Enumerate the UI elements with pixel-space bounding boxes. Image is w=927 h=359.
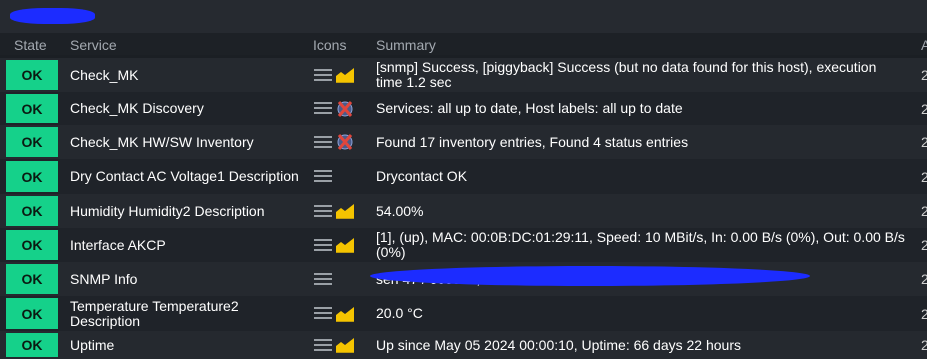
table-row[interactable]: OK Check_MK Discovery Services: all up to … bbox=[0, 92, 927, 125]
service-summary: [1], (up), MAC: 00:0B:DC:01:29:11, Speed… bbox=[376, 229, 905, 260]
column-header-age[interactable]: A bbox=[921, 37, 927, 53]
menu-icon[interactable] bbox=[314, 170, 332, 183]
service-age: 2 bbox=[921, 271, 927, 287]
row-icons bbox=[314, 228, 355, 262]
column-header-icons[interactable]: Icons bbox=[313, 37, 346, 53]
service-summary: Up since May 05 2024 00:00:10, Uptime: 6… bbox=[376, 336, 741, 353]
graph-icon[interactable] bbox=[335, 237, 355, 253]
redacted-hostname bbox=[10, 8, 95, 24]
table-row[interactable]: OK Dry Contact AC Voltage1 Description Dry… bbox=[0, 159, 927, 194]
state-badge: OK bbox=[6, 196, 58, 226]
graph-icon[interactable] bbox=[335, 337, 355, 353]
row-icons bbox=[314, 262, 332, 296]
redacted-snmp-info bbox=[370, 266, 810, 286]
table-row[interactable]: OK Check_MK HW/SW Inventory Found 17 inven… bbox=[0, 125, 927, 159]
menu-icon[interactable] bbox=[314, 135, 332, 149]
table-row[interactable]: OK Interface AKCP [1], (up), MAC: 00:0B:DC… bbox=[0, 228, 927, 262]
row-icons bbox=[314, 58, 355, 92]
state-badge: OK bbox=[6, 264, 58, 294]
service-link[interactable]: Temperature Temperature2 Description bbox=[70, 296, 305, 331]
service-summary: Services: all up to date, Host labels: a… bbox=[376, 100, 683, 116]
state-badge: OK bbox=[6, 230, 58, 260]
row-icons bbox=[314, 159, 332, 194]
graph-icon[interactable] bbox=[335, 203, 355, 219]
service-age: 2 bbox=[921, 305, 927, 322]
graph-icon[interactable] bbox=[335, 306, 355, 322]
host-header-bar bbox=[0, 0, 927, 33]
service-summary: 54.00% bbox=[376, 202, 424, 219]
menu-icon[interactable] bbox=[314, 102, 332, 115]
service-link[interactable]: SNMP Info bbox=[70, 262, 305, 296]
service-link[interactable]: Uptime bbox=[70, 331, 305, 359]
disabled-icon[interactable] bbox=[335, 133, 355, 151]
menu-icon[interactable] bbox=[314, 272, 332, 286]
service-age: 2 bbox=[921, 203, 927, 219]
service-age: 2 bbox=[921, 134, 927, 150]
menu-icon[interactable] bbox=[314, 338, 332, 352]
state-badge: OK bbox=[6, 94, 58, 123]
column-header-summary[interactable]: Summary bbox=[376, 37, 436, 53]
row-icons bbox=[314, 92, 355, 125]
state-badge: OK bbox=[6, 298, 58, 329]
menu-icon[interactable] bbox=[314, 204, 332, 218]
service-summary: Found 17 inventory entries, Found 4 stat… bbox=[376, 133, 689, 150]
disabled-icon[interactable] bbox=[335, 100, 355, 118]
service-age: 2 bbox=[921, 100, 927, 117]
service-link[interactable]: Check_MK HW/SW Inventory bbox=[70, 125, 305, 159]
service-link[interactable]: Humidity Humidity2 Description bbox=[70, 194, 305, 228]
service-age: 2 bbox=[921, 67, 927, 83]
row-icons bbox=[314, 194, 355, 228]
column-header-service[interactable]: Service bbox=[70, 37, 117, 53]
table-row[interactable]: OK Check_MK [snmp] Success, [piggyback] Su… bbox=[0, 58, 927, 92]
service-link[interactable]: Interface AKCP bbox=[70, 228, 305, 262]
service-age: 2 bbox=[921, 237, 927, 253]
state-badge: OK bbox=[6, 127, 58, 157]
table-row[interactable]: OK Humidity Humidity2 Description 54.00% 2 bbox=[0, 194, 927, 228]
row-icons bbox=[314, 296, 355, 331]
table-header: State Service Icons Summary A bbox=[0, 33, 927, 55]
service-age: 2 bbox=[921, 337, 927, 353]
service-summary: [snmp] Success, [piggyback] Success (but… bbox=[376, 59, 877, 90]
row-icons bbox=[314, 331, 355, 359]
table-row[interactable]: OK Uptime Up since May 05 2024 00:00:10, U… bbox=[0, 331, 927, 359]
service-summary: Drycontact OK bbox=[376, 168, 468, 184]
state-badge: OK bbox=[6, 333, 58, 357]
service-age: 2 bbox=[921, 168, 927, 185]
row-icons bbox=[314, 125, 355, 159]
table-row[interactable]: OK Temperature Temperature2 Description 20… bbox=[0, 296, 927, 331]
menu-icon[interactable] bbox=[314, 68, 332, 82]
menu-icon[interactable] bbox=[314, 238, 332, 252]
column-header-state[interactable]: State bbox=[14, 37, 47, 53]
service-summary: 20.0 °C bbox=[376, 305, 423, 321]
menu-icon[interactable] bbox=[314, 307, 332, 320]
state-badge: OK bbox=[6, 60, 58, 90]
service-link[interactable]: Check_MK Discovery bbox=[70, 92, 305, 125]
service-link[interactable]: Check_MK bbox=[70, 58, 305, 92]
service-link[interactable]: Dry Contact AC Voltage1 Description bbox=[70, 159, 305, 194]
state-badge: OK bbox=[6, 161, 58, 192]
graph-icon[interactable] bbox=[335, 67, 355, 83]
